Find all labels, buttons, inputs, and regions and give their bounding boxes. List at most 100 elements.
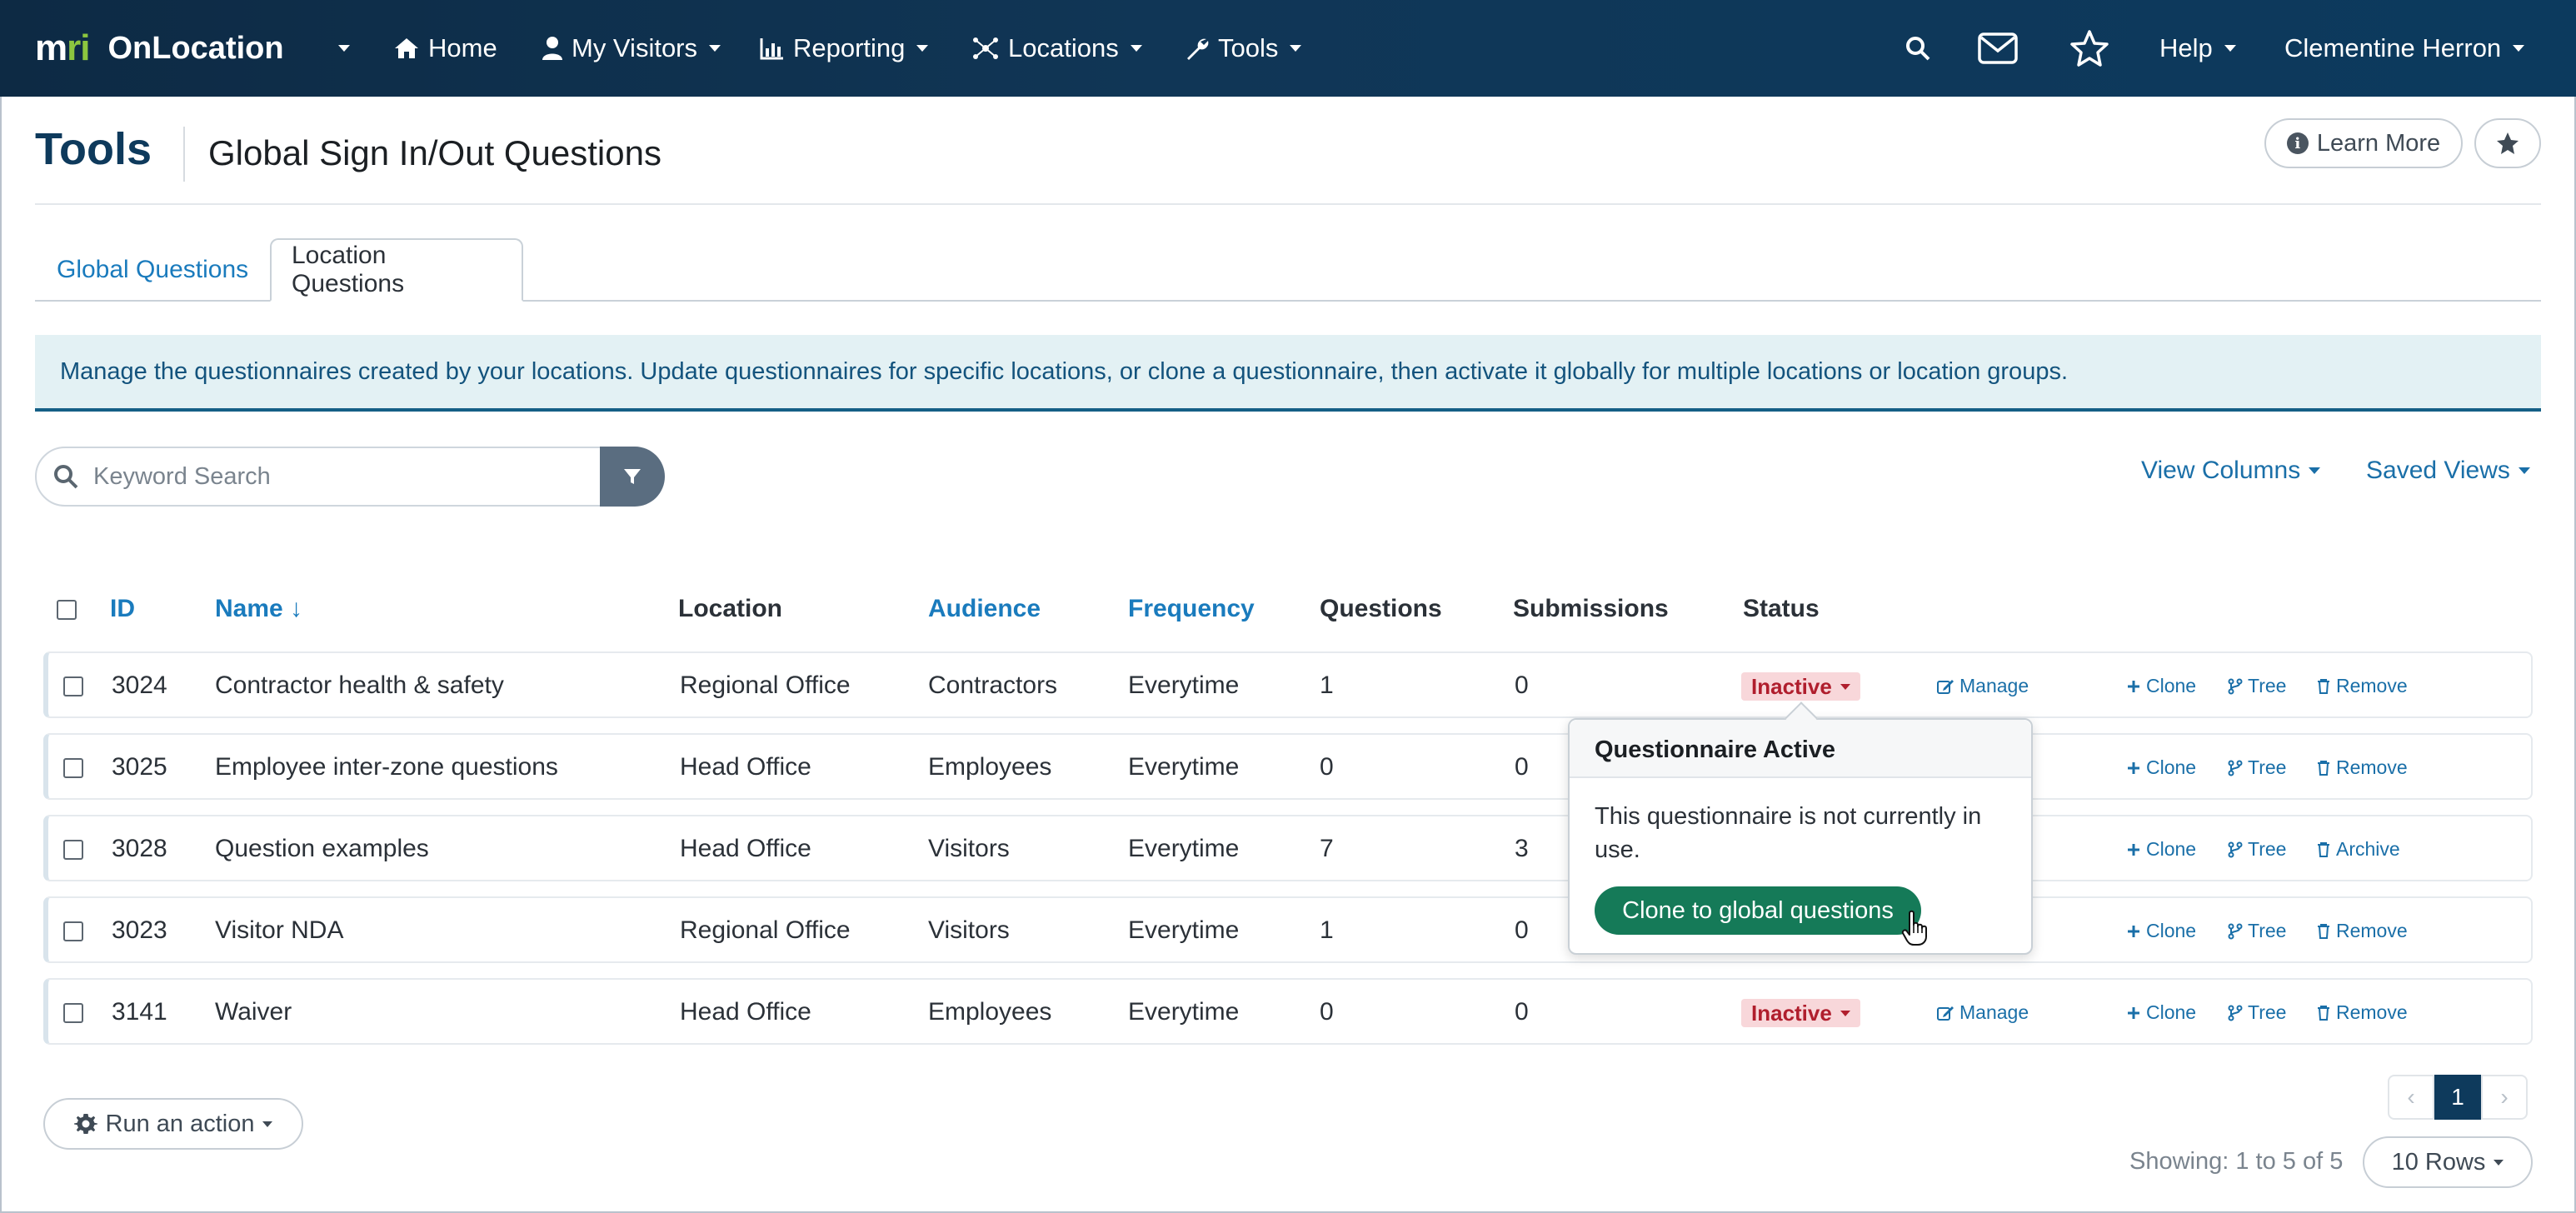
status-popover: Questionnaire Active This questionnaire … [1568,701,2033,955]
row-questions: 1 [1320,916,1334,944]
nav-tools[interactable]: Tools [1185,30,1302,67]
nav-reporting-label: Reporting [793,33,906,62]
page-title: Tools [35,124,152,174]
filter-button[interactable] [600,447,665,507]
row-audience: Visitors [928,835,1010,862]
search-input[interactable] [93,462,560,491]
remove-button[interactable]: Remove [2316,1001,2408,1024]
tree-button[interactable]: Tree [2228,675,2286,697]
chevron-down-icon [338,45,350,52]
status-badge[interactable]: Inactive [1741,999,1860,1027]
tree-button[interactable]: Tree [2228,838,2286,861]
info-alert-text: Manage the questionnaires created by you… [60,357,2069,385]
row-checkbox[interactable] [63,1003,83,1023]
nav-home[interactable]: Home [393,30,497,67]
view-columns-dropdown[interactable]: View Columns [2141,457,2321,485]
nav-help[interactable]: Help [2159,30,2236,67]
home-icon [395,38,418,58]
chevron-down-icon [916,45,929,52]
row-checkbox[interactable] [63,676,83,696]
nav-tools-label: Tools [1218,33,1279,62]
edit-icon [1937,679,1954,694]
status-label: Inactive [1751,1000,1832,1026]
chevron-down-icon [1130,45,1142,52]
row-audience: Visitors [928,916,1010,944]
row-questions: 7 [1320,835,1334,862]
remove-label: Remove [2336,675,2408,696]
run-action-button[interactable]: Run an action [43,1098,303,1150]
nav-reporting[interactable]: Reporting [760,30,929,67]
row-checkbox[interactable] [63,840,83,860]
row-location: Head Office [680,835,811,862]
pagination-prev[interactable]: ‹ [2388,1075,2434,1120]
row-id: 3028 [112,835,167,862]
chevron-down-icon [2224,45,2236,52]
popover-body: This questionnaire is not currently in u… [1595,803,1982,863]
brand-dropdown-toggle[interactable] [327,30,350,67]
column-header-status: Status [1743,595,1820,622]
column-header-frequency[interactable]: Frequency [1128,595,1255,623]
status-badge[interactable]: Inactive [1741,672,1860,701]
page-subtitle: Global Sign In/Out Questions [208,133,661,172]
search-button[interactable] [1895,25,1941,72]
saved-views-dropdown[interactable]: Saved Views [2366,457,2530,485]
tab-location-questions[interactable]: Location Questions [270,238,523,302]
column-header-location: Location [678,595,782,622]
row-submissions: 3 [1515,835,1529,862]
tab-global-questions[interactable]: Global Questions [37,238,268,302]
column-header-questions: Questions [1320,595,1442,622]
remove-button[interactable]: Remove [2316,920,2408,942]
user-name: Clementine Herron [2284,33,2502,62]
chevron-down-icon [1840,1010,1850,1016]
trash-icon [2318,678,2329,694]
messages-button[interactable] [1974,25,2021,72]
remove-button[interactable]: Remove [2316,756,2408,779]
nav-my-visitors[interactable]: My Visitors [542,30,721,67]
view-columns-label: View Columns [2141,457,2301,484]
column-header-name[interactable]: Name ↓ [215,595,302,623]
favorites-button[interactable] [2066,25,2113,72]
tree-label: Tree [2248,756,2287,778]
row-submissions: 0 [1515,671,1529,699]
row-checkbox[interactable] [63,758,83,778]
chevron-down-icon [2513,45,2525,52]
select-all-checkbox[interactable] [57,600,77,620]
clone-button[interactable]: Clone [2126,920,2196,942]
manage-button[interactable]: Manage [1936,1001,2029,1024]
rows-per-page-dropdown[interactable]: 10 Rows [2363,1136,2533,1188]
tree-button[interactable]: Tree [2228,920,2286,942]
learn-more-button[interactable]: i Learn More [2264,118,2463,168]
edit-icon [1937,1006,1954,1021]
row-questions: 0 [1320,753,1334,781]
chart-icon [760,38,783,60]
remove-button[interactable]: Remove [2316,675,2408,697]
favorite-page-button[interactable] [2474,118,2541,168]
nav-my-visitors-label: My Visitors [572,33,698,62]
clone-button[interactable]: Clone [2126,756,2196,779]
pagination-page[interactable]: 1 [2434,1075,2481,1120]
saved-views-label: Saved Views [2366,457,2510,484]
clone-button[interactable]: Clone [2126,675,2196,697]
row-name: Visitor NDA [215,916,344,944]
clone-to-global-button[interactable]: Clone to global questions [1595,886,1921,935]
user-menu[interactable]: Clementine Herron [2284,30,2525,67]
archive-button[interactable]: Archive [2316,838,2400,861]
row-questions: 1 [1320,671,1334,699]
row-checkbox[interactable] [63,921,83,941]
manage-button[interactable]: Manage [1936,675,2029,697]
pagination-next[interactable]: › [2481,1075,2528,1120]
search-icon [54,465,78,489]
row-submissions: 0 [1515,998,1529,1026]
brand[interactable]: mri OnLocation [35,25,284,72]
brand-name: OnLocation [107,30,284,66]
envelope-icon [1978,32,2018,64]
tree-button[interactable]: Tree [2228,1001,2286,1024]
tree-button[interactable]: Tree [2228,756,2286,779]
clone-button[interactable]: Clone [2126,1001,2196,1024]
column-header-audience[interactable]: Audience [928,595,1041,623]
column-header-id[interactable]: ID [110,595,135,623]
nav-locations[interactable]: Locations [971,30,1142,67]
clone-button[interactable]: Clone [2126,838,2196,861]
row-id: 3023 [112,916,167,944]
archive-label: Archive [2336,838,2400,860]
